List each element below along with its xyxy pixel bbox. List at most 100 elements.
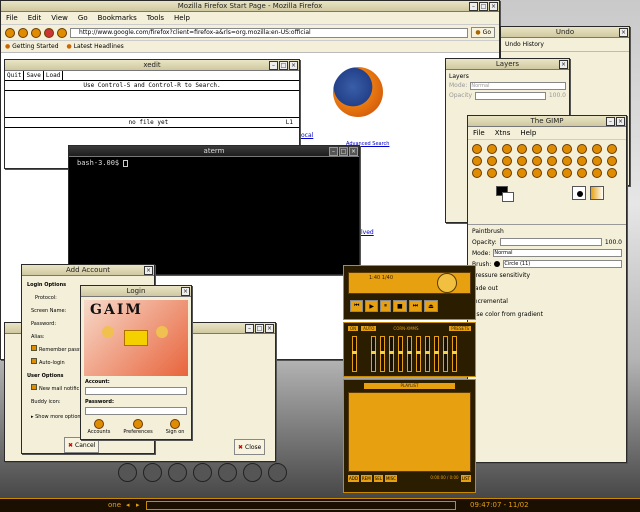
dock-app-icon[interactable] <box>143 463 162 482</box>
eq-on-toggle[interactable]: ON <box>348 326 359 331</box>
close-icon[interactable]: × <box>489 2 498 11</box>
free-select-icon[interactable] <box>502 144 512 154</box>
eq-band-slider[interactable] <box>443 336 448 372</box>
remember-checkbox[interactable] <box>31 345 37 351</box>
eq-band-slider[interactable] <box>398 336 403 372</box>
go-button[interactable]: ● Go <box>471 27 495 38</box>
link-local[interactable]: ocal <box>301 132 313 139</box>
close-icon[interactable]: × <box>349 147 358 156</box>
gimp-menu-xtns[interactable]: Xtns <box>495 129 511 137</box>
fuzzy-select-icon[interactable] <box>517 144 527 154</box>
eq-band-slider[interactable] <box>407 336 412 372</box>
close-icon[interactable]: × <box>619 28 628 37</box>
dock-app-icon[interactable] <box>193 463 212 482</box>
dock-app-icon[interactable] <box>118 463 137 482</box>
workspace-label[interactable]: one <box>108 501 121 509</box>
move-icon[interactable] <box>472 156 482 166</box>
paths-icon[interactable] <box>562 144 572 154</box>
quit-button[interactable]: Quit <box>5 71 25 80</box>
option-incremental[interactable]: Incremental <box>472 298 622 305</box>
close-icon[interactable]: × <box>144 266 153 275</box>
minimize-icon[interactable]: – <box>269 61 278 70</box>
paintbrush-icon[interactable] <box>487 168 497 178</box>
mode-select[interactable]: Normal <box>493 249 622 257</box>
menu-bookmarks[interactable]: Bookmarks <box>98 14 137 22</box>
save-button[interactable]: Save <box>24 71 44 80</box>
eq-band-slider[interactable] <box>389 336 394 372</box>
text-icon[interactable] <box>577 156 587 166</box>
playlist-list[interactable] <box>348 392 471 472</box>
aterm-terminal[interactable]: bash-3.00$ <box>69 157 359 169</box>
dock-app-icon[interactable] <box>168 463 187 482</box>
menu-edit[interactable]: Edit <box>28 14 42 22</box>
maximize-icon[interactable]: □ <box>279 61 288 70</box>
forward-icon[interactable] <box>18 27 28 38</box>
close-icon[interactable]: × <box>616 117 625 126</box>
airbrush-icon[interactable] <box>517 168 527 178</box>
perspective-icon[interactable] <box>547 156 557 166</box>
gaim-login-titlebar[interactable]: Login × <box>81 286 191 297</box>
option-gradient[interactable]: Use color from gradient <box>472 311 622 318</box>
close-icon[interactable]: × <box>289 61 298 70</box>
close-icon[interactable]: × <box>181 287 190 296</box>
eq-band-slider[interactable] <box>416 336 421 372</box>
brush-preview[interactable] <box>572 186 586 200</box>
gimp-titlebar[interactable]: The GIMP – × <box>468 116 626 127</box>
reload-icon[interactable] <box>31 27 41 38</box>
ink-icon[interactable] <box>532 168 542 178</box>
menu-help[interactable]: Help <box>174 14 190 22</box>
rect-select-icon[interactable] <box>472 144 482 154</box>
menu-go[interactable]: Go <box>78 14 88 22</box>
gimp-menu-help[interactable]: Help <box>520 129 536 137</box>
measure-icon[interactable] <box>607 144 617 154</box>
pl-rem-button[interactable]: REM <box>360 475 372 482</box>
eq-band-slider[interactable] <box>452 336 457 372</box>
xedit-titlebar[interactable]: xedit – □ × <box>5 60 299 71</box>
pl-list-button[interactable]: LIST <box>460 475 471 482</box>
scale-icon[interactable] <box>517 156 527 166</box>
minimize-icon[interactable]: – <box>469 2 478 11</box>
eq-band-slider[interactable] <box>425 336 430 372</box>
url-field[interactable]: http://www.google.com/firefox?client=fir… <box>70 27 469 38</box>
pl-misc-button[interactable]: MISC <box>384 475 397 482</box>
load-button[interactable]: Load <box>44 71 64 80</box>
layers-opacity-slider[interactable] <box>475 92 546 100</box>
gimp-menu-file[interactable]: File <box>473 129 485 137</box>
xmms-knob-icon[interactable] <box>437 273 457 293</box>
link-solved[interactable]: lved <box>361 229 374 236</box>
minimize-icon[interactable]: – <box>245 324 254 333</box>
prev-workspace-icon[interactable]: ◂ <box>126 501 130 509</box>
background-color-swatch[interactable] <box>502 192 514 202</box>
flip-icon[interactable] <box>562 156 572 166</box>
rotate-icon[interactable] <box>502 156 512 166</box>
add-account-titlebar[interactable]: Add Account × <box>22 265 154 276</box>
back-icon[interactable] <box>5 27 15 38</box>
pl-add-button[interactable]: ADD <box>348 475 359 482</box>
taskbar-window-list[interactable] <box>146 501 456 510</box>
crop-icon[interactable] <box>487 156 497 166</box>
option-fade-out[interactable]: Fade out <box>472 285 622 292</box>
dock-app-icon[interactable] <box>268 463 287 482</box>
opacity-slider[interactable] <box>499 238 602 246</box>
sign-on-button[interactable]: Sign on <box>166 419 184 435</box>
eq-band-slider[interactable] <box>380 336 385 372</box>
pl-sel-button[interactable]: SEL <box>373 475 383 482</box>
menu-tools[interactable]: Tools <box>147 14 164 22</box>
undo-titlebar[interactable]: Undo × <box>501 27 629 38</box>
pause-icon[interactable]: ⏸ <box>380 300 392 312</box>
preferences-button[interactable]: Preferences <box>123 419 153 435</box>
zoom-icon[interactable] <box>592 144 602 154</box>
minimize-icon[interactable]: – <box>329 147 338 156</box>
close-button[interactable]: ✖ Close <box>234 439 266 455</box>
layers-titlebar[interactable]: Layers × <box>446 59 569 70</box>
account-select[interactable] <box>85 387 187 395</box>
eq-band-slider[interactable] <box>434 336 439 372</box>
playlist-titlebar[interactable]: PLAYLIST <box>364 383 455 389</box>
accounts-button[interactable]: Accounts <box>88 419 110 435</box>
home-icon[interactable] <box>57 27 67 38</box>
opacity-value[interactable]: 100.0 <box>605 239 622 246</box>
firefox-titlebar[interactable]: Mozilla Firefox Start Page - Mozilla Fir… <box>1 1 499 12</box>
bookmark-getting-started[interactable]: ● Getting Started <box>5 43 59 50</box>
scissors-icon[interactable] <box>547 144 557 154</box>
layers-opacity-value[interactable]: 100.0 <box>549 92 566 100</box>
